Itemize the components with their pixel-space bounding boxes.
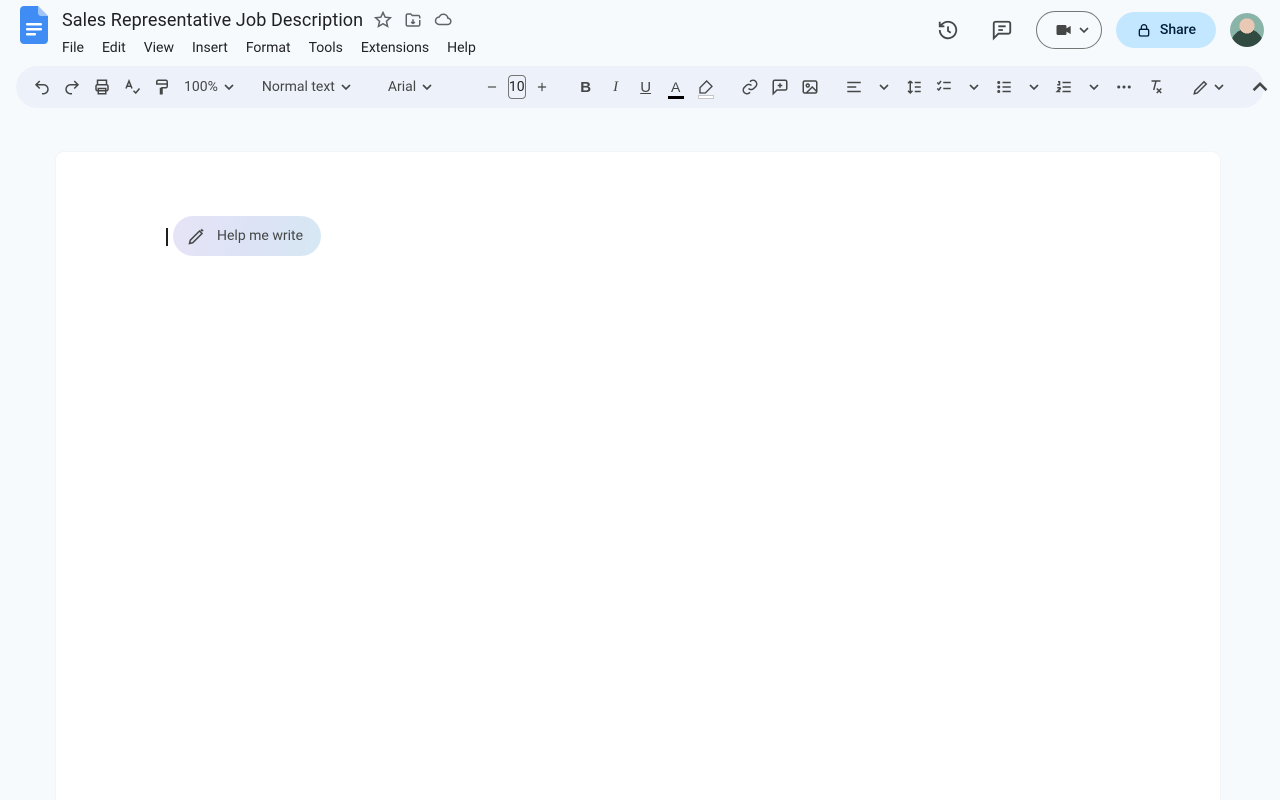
paragraph-style-value: Normal text bbox=[262, 79, 335, 95]
insert-image-button[interactable] bbox=[796, 73, 824, 101]
share-button[interactable]: Share bbox=[1116, 12, 1216, 48]
document-page[interactable]: Help me write bbox=[56, 152, 1220, 800]
font-value: Arial bbox=[388, 79, 416, 95]
editing-mode-button[interactable] bbox=[1186, 73, 1230, 101]
chevron-down-icon bbox=[341, 82, 351, 92]
decrease-font-button[interactable] bbox=[478, 73, 506, 101]
numbered-list-button[interactable] bbox=[1050, 73, 1078, 101]
add-comment-button[interactable] bbox=[766, 73, 794, 101]
meet-button[interactable] bbox=[1036, 11, 1102, 49]
toolbar: 100% Normal text Arial 10 B I U A bbox=[16, 66, 1264, 108]
font-dropdown[interactable]: Arial bbox=[382, 73, 462, 101]
line-spacing-button[interactable] bbox=[900, 73, 928, 101]
move-icon[interactable] bbox=[403, 10, 423, 30]
insert-link-button[interactable] bbox=[736, 73, 764, 101]
menu-bar: File Edit View Insert Format Tools Exten… bbox=[54, 34, 928, 62]
text-cursor bbox=[166, 228, 168, 246]
underline-button[interactable]: U bbox=[632, 73, 660, 101]
last-edit-icon[interactable] bbox=[928, 10, 968, 50]
clear-formatting-button[interactable] bbox=[1142, 73, 1170, 101]
docs-app-icon[interactable] bbox=[16, 6, 52, 54]
menu-tools[interactable]: Tools bbox=[301, 36, 351, 60]
share-label: Share bbox=[1160, 22, 1196, 38]
menu-format[interactable]: Format bbox=[238, 36, 299, 60]
document-canvas[interactable]: Help me write bbox=[0, 118, 1280, 800]
star-icon[interactable] bbox=[373, 10, 393, 30]
align-button[interactable] bbox=[840, 73, 868, 101]
help-me-write-label: Help me write bbox=[217, 228, 303, 244]
comments-icon[interactable] bbox=[982, 10, 1022, 50]
increase-font-button[interactable] bbox=[528, 73, 556, 101]
magic-pencil-icon bbox=[187, 226, 207, 246]
bulleted-list-dropdown[interactable] bbox=[1020, 73, 1048, 101]
pencil-icon bbox=[1192, 78, 1210, 96]
chevron-down-icon bbox=[1079, 25, 1089, 35]
collapse-toolbar-button[interactable] bbox=[1246, 73, 1274, 101]
document-title[interactable]: Sales Representative Job Description bbox=[62, 10, 363, 31]
lock-icon bbox=[1136, 22, 1152, 38]
checklist-button[interactable] bbox=[930, 73, 958, 101]
bold-button[interactable]: B bbox=[572, 73, 600, 101]
menu-extensions[interactable]: Extensions bbox=[353, 36, 437, 60]
paragraph-style-dropdown[interactable]: Normal text bbox=[256, 73, 366, 101]
account-avatar[interactable] bbox=[1230, 13, 1264, 47]
bulleted-list-button[interactable] bbox=[990, 73, 1018, 101]
more-options-button[interactable] bbox=[1110, 73, 1138, 101]
italic-button[interactable]: I bbox=[602, 73, 630, 101]
chevron-down-icon bbox=[1214, 82, 1224, 92]
print-button[interactable] bbox=[88, 73, 116, 101]
menu-edit[interactable]: Edit bbox=[94, 36, 134, 60]
paint-format-button[interactable] bbox=[148, 73, 176, 101]
text-color-button[interactable]: A bbox=[662, 73, 690, 101]
chevron-down-icon bbox=[422, 82, 432, 92]
chevron-down-icon bbox=[224, 82, 234, 92]
zoom-value: 100% bbox=[184, 79, 218, 95]
cloud-status-icon[interactable] bbox=[433, 10, 453, 30]
numbered-list-dropdown[interactable] bbox=[1080, 73, 1108, 101]
zoom-dropdown[interactable]: 100% bbox=[178, 73, 240, 101]
menu-view[interactable]: View bbox=[136, 36, 182, 60]
align-dropdown[interactable] bbox=[870, 73, 898, 101]
redo-button[interactable] bbox=[58, 73, 86, 101]
font-size-value: 10 bbox=[509, 79, 525, 95]
checklist-dropdown[interactable] bbox=[960, 73, 988, 101]
menu-insert[interactable]: Insert bbox=[184, 36, 236, 60]
menu-help[interactable]: Help bbox=[439, 36, 484, 60]
highlight-color-button[interactable] bbox=[692, 73, 720, 101]
help-me-write-button[interactable]: Help me write bbox=[173, 216, 321, 256]
spellcheck-button[interactable] bbox=[118, 73, 146, 101]
undo-button[interactable] bbox=[28, 73, 56, 101]
font-size-input[interactable]: 10 bbox=[508, 75, 526, 99]
menu-file[interactable]: File bbox=[54, 36, 92, 60]
